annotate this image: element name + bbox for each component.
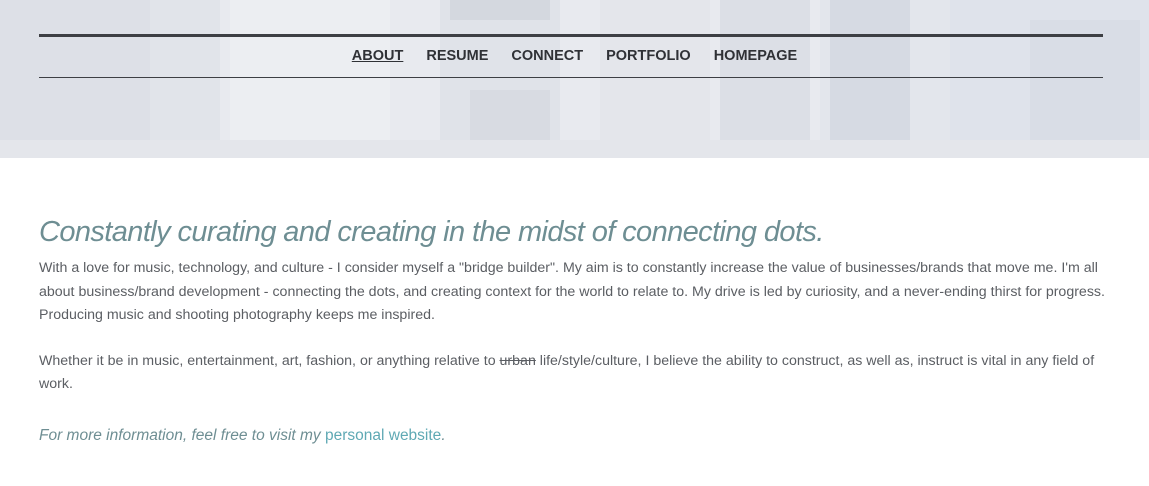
nav-item-homepage[interactable]: HOMEPAGE [714,46,798,68]
work-paragraph-start: Whether it be in music, entertainment, a… [39,352,500,369]
hero-banner: ABOUT RESUME CONNECT PORTFOLIO HOMEPAGE [0,0,1149,158]
city-background-image [0,0,1149,158]
work-paragraph: Whether it be in music, entertainment, a… [39,350,1109,397]
nav-item-portfolio[interactable]: PORTFOLIO [606,46,691,68]
page-headline: Constantly curating and creating in the … [39,216,824,248]
personal-website-link[interactable]: personal website [325,427,441,444]
nav-bottom-rule [39,77,1103,78]
more-info-line: For more information, feel free to visit… [39,424,1109,448]
nav-item-connect[interactable]: CONNECT [511,46,583,68]
more-info-prefix: For more information, feel free to visit… [39,426,325,444]
nav-top-rule [39,34,1103,37]
main-nav: ABOUT RESUME CONNECT PORTFOLIO HOMEPAGE [0,46,1149,68]
nav-item-resume[interactable]: RESUME [426,46,488,68]
struck-word: urban [499,352,536,369]
about-content: Constantly curating and creating in the … [39,208,1109,448]
more-info-suffix: . [441,426,446,444]
intro-paragraph: With a love for music, technology, and c… [39,260,1105,323]
nav-item-about[interactable]: ABOUT [352,46,404,68]
